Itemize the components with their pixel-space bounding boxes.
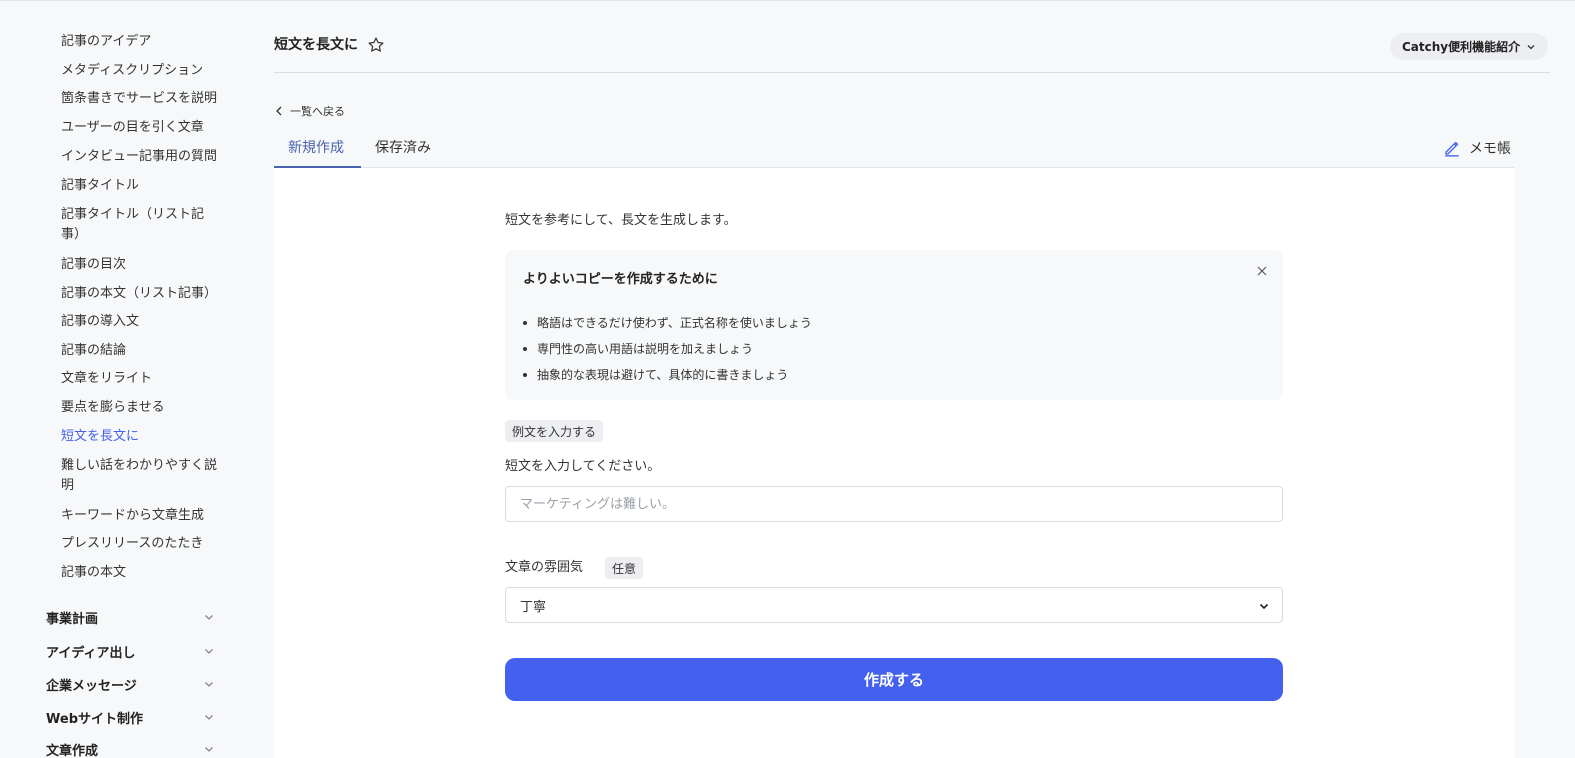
chevron-left-icon: [276, 106, 282, 116]
sidebar-item[interactable]: キーワードから文章生成: [61, 506, 221, 526]
chevron-down-icon: [205, 682, 213, 687]
sidebar-item[interactable]: 要点を膨らませる: [61, 398, 221, 418]
tone-select-value: 丁寧: [520, 599, 547, 615]
sidebar-item[interactable]: 記事の目次: [61, 255, 221, 275]
tips-box: よりよいコピーを作成するために 略語はできるだけ使わず、正式名称を使いましょう …: [505, 250, 1283, 400]
sidebar-item[interactable]: 記事の導入文: [61, 312, 221, 332]
sidebar-item[interactable]: メタディスクリプション: [61, 61, 221, 81]
sidebar-category-label: 企業メッセージ: [46, 678, 137, 694]
create-button[interactable]: 作成する: [505, 658, 1283, 701]
sidebar-item[interactable]: 記事タイトル（リスト記事）: [61, 205, 221, 245]
example-text-button[interactable]: 例文を入力する: [505, 420, 604, 442]
sidebar-item[interactable]: 記事タイトル: [61, 176, 221, 196]
tool-description: 短文を参考にして、長文を生成します。: [505, 213, 737, 228]
sidebar-category[interactable]: 企業メッセージ: [46, 673, 216, 695]
feature-intro-button[interactable]: Catchy便利機能紹介: [1390, 33, 1548, 60]
tips-title: よりよいコピーを作成するために: [523, 272, 718, 287]
tone-select[interactable]: 丁寧: [505, 587, 1283, 623]
star-icon[interactable]: [367, 36, 385, 54]
tip-item: 抽象的な表現は避けて、具体的に書きましょう: [523, 362, 812, 388]
sidebar-item[interactable]: 記事の本文: [61, 563, 221, 583]
page-title: 短文を長文に: [274, 37, 358, 53]
chevron-down-icon: [1259, 603, 1269, 610]
memo-button[interactable]: メモ帳: [1443, 138, 1511, 158]
sidebar-category-label: 事業計画: [46, 611, 99, 627]
sidebar-item[interactable]: 文章をリライト: [61, 369, 221, 389]
sidebar-category[interactable]: アイディア出し: [46, 640, 216, 662]
sidebar-category[interactable]: 文章作成: [46, 738, 216, 758]
back-link-label: 一覧へ戻る: [290, 105, 345, 118]
sidebar-item[interactable]: 箇条書きでサービスを説明: [61, 89, 221, 109]
sidebar-item[interactable]: 記事の結論: [61, 341, 221, 361]
sidebar-item[interactable]: 短文を長文に: [61, 427, 221, 447]
chevron-down-icon: [1527, 45, 1535, 50]
sidebar-category[interactable]: Webサイト制作: [46, 706, 216, 728]
sidebar-item[interactable]: インタビュー記事用の質問: [61, 147, 221, 167]
memo-label: メモ帳: [1469, 141, 1511, 157]
sidebar-category-label: 文章作成: [46, 743, 99, 758]
chevron-down-icon: [205, 649, 213, 654]
feature-intro-label: Catchy便利機能紹介: [1402, 40, 1521, 54]
sidebar-item[interactable]: ユーザーの目を引く文章: [61, 118, 221, 138]
tips-list: 略語はできるだけ使わず、正式名称を使いましょう 専門性の高い用語は説明を加えまし…: [523, 310, 812, 388]
back-link[interactable]: 一覧へ戻る: [276, 103, 345, 119]
sidebar-item[interactable]: プレスリリースのたたき: [61, 534, 221, 554]
tab-saved[interactable]: 保存済み: [375, 138, 431, 158]
close-icon[interactable]: [1255, 264, 1269, 278]
tip-item: 専門性の高い用語は説明を加えましょう: [523, 336, 812, 362]
sidebar-item[interactable]: 記事のアイデア: [61, 32, 221, 52]
sidebar-item[interactable]: 難しい話をわかりやすく説明: [61, 456, 221, 496]
tab-new[interactable]: 新規作成: [288, 138, 344, 158]
chevron-down-icon: [205, 747, 213, 752]
short-text-label: 短文を入力してください。: [505, 459, 661, 474]
tip-item: 略語はできるだけ使わず、正式名称を使いましょう: [523, 310, 812, 336]
chevron-down-icon: [205, 615, 213, 620]
sidebar-item[interactable]: 記事の本文（リスト記事）: [61, 284, 221, 304]
short-text-input[interactable]: [505, 486, 1283, 522]
header-divider: [274, 72, 1550, 73]
optional-badge: 任意: [605, 557, 644, 579]
sidebar: 記事のアイデア メタディスクリプション 箇条書きでサービスを説明 ユーザーの目を引く文…: [0, 1, 230, 758]
sidebar-category[interactable]: 事業計画: [46, 606, 216, 628]
sidebar-category-label: Webサイト制作: [46, 711, 143, 727]
sidebar-category-label: アイディア出し: [46, 645, 136, 661]
pencil-icon: [1445, 141, 1459, 157]
chevron-down-icon: [205, 715, 213, 720]
tone-label: 文章の雰囲気: [505, 560, 584, 575]
